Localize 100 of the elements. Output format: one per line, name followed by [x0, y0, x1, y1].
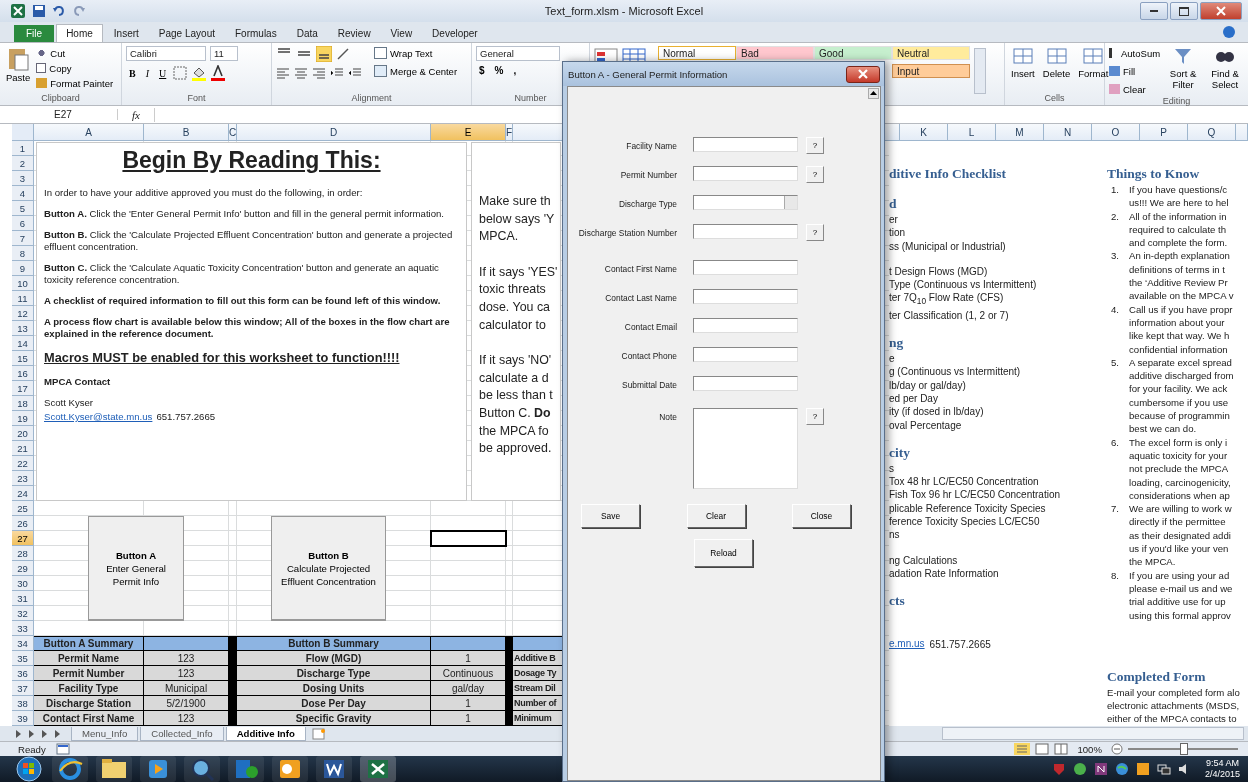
- cell-style-option[interactable]: Neutral: [892, 46, 970, 60]
- font-style-button[interactable]: I: [142, 67, 152, 79]
- sheet-tab[interactable]: Menu_Info: [71, 726, 139, 741]
- insert-function-button[interactable]: fx: [124, 108, 148, 121]
- row-header[interactable]: 36: [12, 666, 34, 681]
- ribbon-tab[interactable]: Developer: [423, 25, 487, 42]
- save-icon[interactable]: [32, 4, 46, 18]
- help-button[interactable]: ?: [806, 408, 824, 425]
- ribbon-tab[interactable]: Insert: [104, 25, 148, 42]
- ribbon-tab[interactable]: Data: [287, 25, 327, 42]
- dialog-button[interactable]: Clear: [686, 504, 746, 528]
- row-header[interactable]: 8: [12, 246, 34, 261]
- column-header[interactable]: Q: [1188, 124, 1236, 141]
- input-field[interactable]: [693, 376, 798, 391]
- media-player-icon[interactable]: [140, 756, 176, 782]
- close-button[interactable]: [846, 65, 880, 83]
- row-header[interactable]: 22: [12, 456, 34, 471]
- row-header[interactable]: 15: [12, 351, 34, 366]
- row-header[interactable]: 9: [12, 261, 34, 276]
- row-header[interactable]: 4: [12, 186, 34, 201]
- row-header[interactable]: 13: [12, 321, 34, 336]
- network-icon[interactable]: [1156, 762, 1171, 776]
- font-name-field[interactable]: Calibri: [126, 46, 206, 61]
- row-header[interactable]: 14: [12, 336, 34, 351]
- help-button[interactable]: ?: [806, 137, 824, 154]
- row-header[interactable]: 28: [12, 546, 34, 561]
- mail-app-icon[interactable]: [272, 756, 308, 782]
- row-header[interactable]: 2: [12, 156, 34, 171]
- text-area[interactable]: [693, 408, 798, 489]
- sheet-tab[interactable]: Additive Info: [225, 726, 306, 741]
- taskbar-clock[interactable]: 9:54 AM 2/4/2015: [1204, 758, 1240, 780]
- page-break-view-icon[interactable]: [1054, 743, 1069, 755]
- browser-icon[interactable]: [52, 756, 88, 782]
- cells-button[interactable]: Insert: [1009, 46, 1037, 93]
- row-header[interactable]: 3: [12, 171, 34, 186]
- align-left-icon[interactable]: [276, 66, 290, 80]
- sheet-macro-button[interactable]: Button B Calculate Projected Effluent Concentration: [271, 516, 386, 621]
- font-color-icon[interactable]: [211, 65, 226, 81]
- copy-button[interactable]: Copy: [36, 61, 114, 75]
- input-field[interactable]: [693, 224, 798, 239]
- messenger-icon[interactable]: [228, 756, 264, 782]
- row-header[interactable]: 34: [12, 636, 34, 651]
- ribbon-tab[interactable]: Page Layout: [149, 25, 224, 42]
- row-header[interactable]: 33: [12, 621, 34, 636]
- number-format-field[interactable]: General: [476, 46, 560, 61]
- macro-record-icon[interactable]: [55, 743, 70, 755]
- merge-center-button[interactable]: Merge & Center: [374, 64, 458, 78]
- paste-button[interactable]: Paste: [4, 46, 33, 93]
- row-header[interactable]: 31: [12, 591, 34, 606]
- help-icon[interactable]: [1222, 25, 1236, 39]
- row-header[interactable]: 17: [12, 381, 34, 396]
- input-field[interactable]: [693, 137, 798, 152]
- vertical-scrollbar[interactable]: [868, 88, 879, 99]
- row-header[interactable]: 38: [12, 696, 34, 711]
- help-button[interactable]: ?: [806, 224, 824, 241]
- row-header[interactable]: 18: [12, 396, 34, 411]
- minimize-button[interactable]: [1140, 2, 1168, 20]
- ribbon-tab[interactable]: Home: [56, 24, 103, 42]
- row-header[interactable]: 20: [12, 426, 34, 441]
- cell-style-option[interactable]: Input: [892, 64, 970, 78]
- font-style-button[interactable]: U: [156, 67, 170, 79]
- clear-button[interactable]: Clear: [1109, 82, 1161, 96]
- close-button[interactable]: [1200, 2, 1242, 20]
- format-painter-button[interactable]: Format Painter: [36, 76, 114, 90]
- cells-button[interactable]: Delete: [1040, 46, 1073, 93]
- row-header[interactable]: 25: [12, 501, 34, 516]
- page-layout-view-icon[interactable]: [1035, 743, 1050, 755]
- row-header[interactable]: 16: [12, 366, 34, 381]
- zoom-level[interactable]: 100%: [1077, 743, 1102, 755]
- row-header[interactable]: 30: [12, 576, 34, 591]
- cell-style-option[interactable]: Good: [814, 46, 892, 60]
- word-processor-icon[interactable]: [316, 756, 352, 782]
- font-size-field[interactable]: 11: [210, 46, 238, 61]
- email-link[interactable]: Scott.Kyser@state.mn.us: [44, 411, 153, 423]
- column-header[interactable]: B: [144, 124, 229, 141]
- shield-icon[interactable]: [1051, 762, 1066, 776]
- row-header[interactable]: 21: [12, 441, 34, 456]
- row-header[interactable]: 1: [12, 141, 34, 156]
- column-header[interactable]: D: [237, 124, 431, 141]
- spreadsheet-app-icon[interactable]: [360, 756, 396, 782]
- row-header[interactable]: 39: [12, 711, 34, 726]
- column-header[interactable]: P: [1140, 124, 1188, 141]
- sync-icon[interactable]: [1072, 762, 1087, 776]
- help-button[interactable]: ?: [806, 166, 824, 183]
- cells-button[interactable]: Format: [1076, 46, 1111, 93]
- autosum-button[interactable]: AutoSum: [1109, 46, 1161, 60]
- row-header[interactable]: 23: [12, 471, 34, 486]
- zoom-slider-thumb[interactable]: [1180, 743, 1188, 755]
- row-header[interactable]: 35: [12, 651, 34, 666]
- row-header[interactable]: 37: [12, 681, 34, 696]
- horizontal-scrollbar[interactable]: [942, 727, 1244, 740]
- row-header[interactable]: 12: [12, 306, 34, 321]
- row-header[interactable]: 26: [12, 516, 34, 531]
- gallery-scrollbar[interactable]: [974, 48, 986, 94]
- dialog-button[interactable]: Close: [792, 504, 851, 528]
- column-header[interactable]: A: [34, 124, 144, 141]
- find-select-button[interactable]: Find & Select: [1206, 46, 1244, 96]
- ribbon-tab[interactable]: Review: [328, 25, 380, 42]
- column-header[interactable]: K: [900, 124, 948, 141]
- fill-button[interactable]: Fill: [1109, 64, 1161, 78]
